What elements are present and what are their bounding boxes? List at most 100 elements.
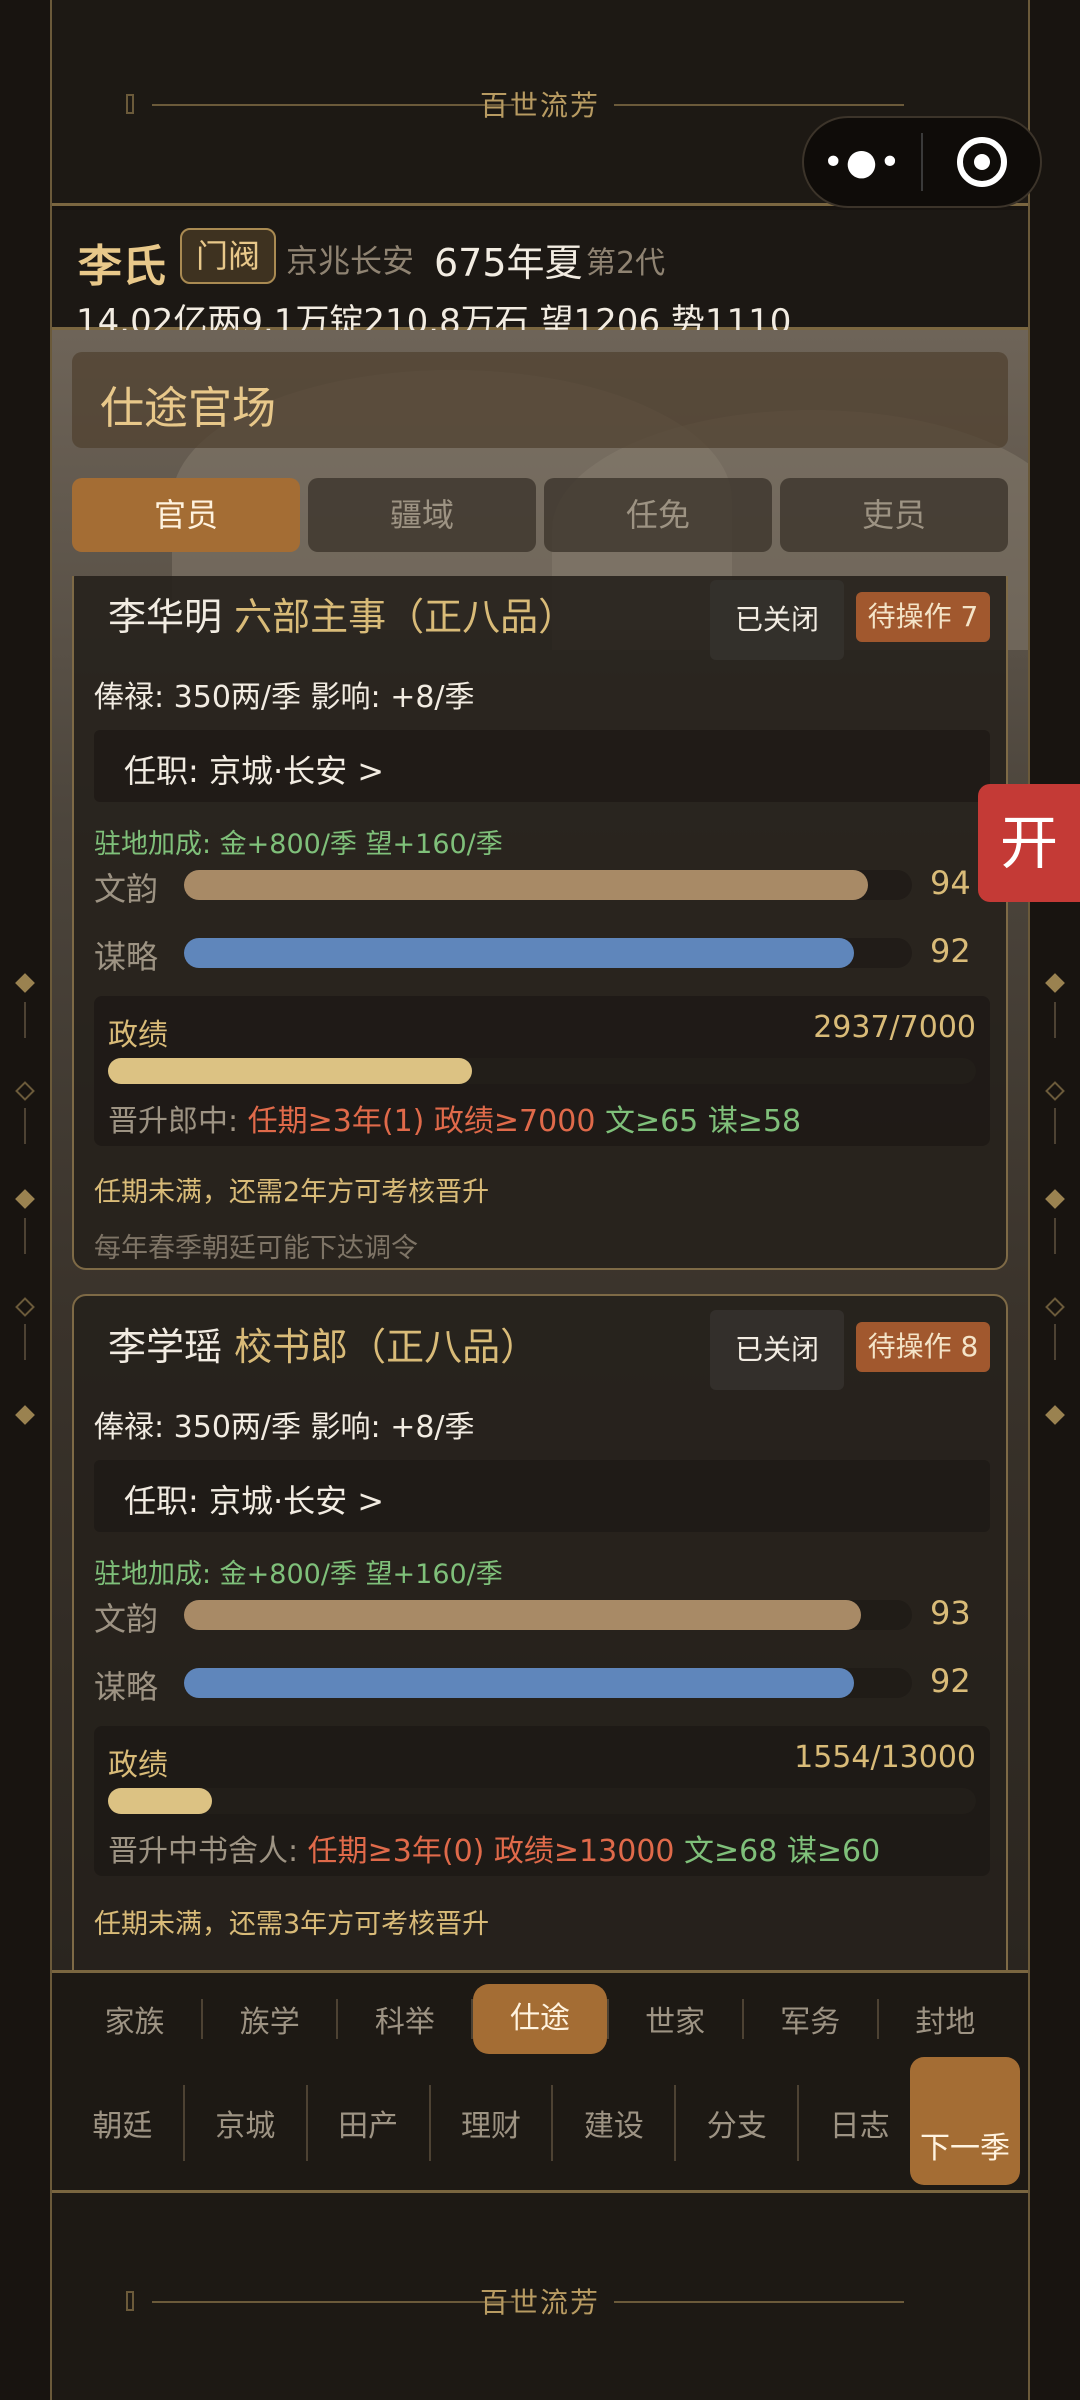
closed-button[interactable]: 已关闭 — [710, 1310, 844, 1390]
close-target-icon[interactable] — [923, 137, 1040, 187]
stat-bar-fill — [184, 1668, 854, 1698]
performance-count: 2937/7000 — [813, 1010, 976, 1045]
official-card: 李华明 六部主事（正八品） 已关闭 待操作 7 俸禄: 350两/季 影响: +… — [72, 576, 1008, 1270]
req-wen: 文≥65 — [604, 1104, 699, 1139]
transfer-note: 每年春季朝廷可能下达调令 — [94, 1233, 418, 1264]
promotion-target: 晋升中书舍人: — [108, 1834, 299, 1869]
tab-officials[interactable]: 官员 — [72, 478, 300, 552]
promotion-requirements: 晋升郎中: 任期≥3年(1) 政绩≥7000 文≥65 谋≥58 — [108, 1096, 801, 1140]
post-selector[interactable]: 任职: 京城·长安 > — [94, 1460, 990, 1532]
ornament-diamond — [15, 1189, 35, 1209]
official-name: 李华明 — [108, 595, 223, 639]
mini-program-capsule: •●• — [802, 116, 1042, 208]
stat-bar — [184, 938, 912, 968]
banner-line-right — [614, 2301, 904, 2303]
req-mou: 谋≥60 — [786, 1834, 881, 1869]
nav-military[interactable]: 军务 — [744, 1997, 877, 2041]
req-performance: 政绩≥13000 — [493, 1834, 675, 1869]
performance-label: 政绩 — [108, 1748, 168, 1783]
ornament-diamond — [1045, 1297, 1065, 1317]
stat-label: 谋略 — [94, 938, 159, 976]
ornament-line — [1054, 1108, 1056, 1144]
nav-estate[interactable]: 田产 — [308, 2101, 429, 2145]
nav-construction[interactable]: 建设 — [553, 2101, 674, 2145]
official-card: 李学瑶 校书郎（正八品） 已关闭 待操作 8 俸禄: 350两/季 影响: +8… — [72, 1294, 1008, 1970]
nav-clan-school[interactable]: 族学 — [203, 1997, 336, 2041]
ornament-diamond — [15, 973, 35, 993]
family-name: 李氏 — [78, 241, 166, 292]
nav-career[interactable]: 仕途 — [473, 1984, 607, 2054]
ornament-diamond — [1045, 973, 1065, 993]
section-header: 仕途官场 — [72, 352, 1008, 448]
nav-branch[interactable]: 分支 — [676, 2101, 797, 2145]
more-icon[interactable]: •●• — [804, 142, 921, 183]
ornament-diamond — [15, 1081, 35, 1101]
ornament-line — [1054, 1218, 1056, 1254]
stat-value: 94 — [930, 864, 971, 902]
location-bonus: 驻地加成: 金+800/季 望+160/季 — [94, 1559, 503, 1590]
official-title: 李学瑶 校书郎（正八品） — [108, 1316, 538, 1371]
post-selector[interactable]: 任职: 京城·长安 > — [94, 730, 990, 802]
next-season-button[interactable]: 下一季 — [910, 2057, 1020, 2185]
stat-label: 文韵 — [94, 1600, 159, 1638]
banner-line-right — [614, 104, 904, 106]
ornament-diamond — [15, 1297, 35, 1317]
closed-button[interactable]: 已关闭 — [710, 580, 844, 660]
ornament-diamond — [1045, 1405, 1065, 1425]
stat-label: 文韵 — [94, 870, 159, 908]
nav-finance[interactable]: 理财 — [431, 2101, 552, 2145]
main-scene: 仕途官场 官员 疆域 任免 吏员 李华明 六部主事（正八品） 已关闭 待操作 7… — [52, 330, 1028, 1970]
official-list[interactable]: 李华明 六部主事（正八品） 已关闭 待操作 7 俸禄: 350两/季 影响: +… — [72, 576, 1008, 1970]
nav-log[interactable]: 日志 — [799, 2101, 920, 2145]
nav-noble-houses[interactable]: 世家 — [609, 1997, 742, 2041]
section-tabs: 官员 疆域 任免 吏员 — [72, 478, 1008, 552]
promotion-target: 晋升郎中: — [108, 1104, 239, 1139]
performance-bar-fill — [108, 1058, 473, 1084]
nav-family[interactable]: 家族 — [68, 1997, 201, 2041]
stat-bar-fill — [184, 870, 869, 900]
req-term: 任期≥3年(0) — [307, 1834, 485, 1869]
salary-info: 俸禄: 350两/季 影响: +8/季 — [94, 1410, 475, 1445]
nav-capital[interactable]: 京城 — [185, 2101, 306, 2145]
term-note: 任期未满，还需2年方可考核晋升 — [94, 1177, 490, 1208]
official-title: 李华明 六部主事（正八品） — [108, 586, 576, 641]
performance-panel: 政绩 2937/7000 晋升郎中: 任期≥3年(1) 政绩≥7000 文≥65… — [94, 996, 990, 1146]
official-rank: 校书郎（正八品） — [234, 1325, 539, 1369]
nav-court[interactable]: 朝廷 — [62, 2101, 183, 2145]
req-wen: 文≥68 — [684, 1834, 778, 1869]
game-date: 675年夏 — [434, 241, 583, 285]
secondary-nav: 朝廷 京城 田产 理财 建设 分支 日志 — [62, 2073, 923, 2173]
tab-appointment[interactable]: 任免 — [544, 478, 772, 552]
performance-bar — [108, 1058, 976, 1084]
nav-fief[interactable]: 封地 — [879, 1997, 1012, 2041]
ornament-line — [24, 1108, 26, 1144]
tab-clerks[interactable]: 吏员 — [780, 478, 1008, 552]
tab-territory[interactable]: 疆域 — [308, 478, 536, 552]
ornament-diamond — [1045, 1189, 1065, 1209]
ornament-line — [1054, 1324, 1056, 1360]
promotion-requirements: 晋升中书舍人: 任期≥3年(0) 政绩≥13000 文≥68 谋≥60 — [108, 1826, 880, 1870]
bottom-navigation: 家族 族学 科举 仕途 世家 军务 封地 朝廷 京城 田产 理财 建设 分支 日… — [52, 1970, 1028, 2190]
req-mou: 谋≥58 — [707, 1104, 802, 1139]
post-label: 任职: 京城·长安 > — [124, 1482, 385, 1520]
family-header: 李氏 门阀 京兆长安 675年夏 第2代 14.02亿两9.1万锭210.8万石… — [52, 210, 1028, 342]
family-tag: 门阀 — [180, 228, 276, 284]
post-label: 任职: 京城·长安 > — [124, 752, 385, 790]
open-side-button[interactable]: 开 — [978, 784, 1080, 902]
stat-value: 92 — [930, 932, 971, 970]
stat-bar-fill — [184, 1600, 862, 1630]
performance-bar-fill — [108, 1788, 212, 1814]
pending-actions-badge[interactable]: 待操作 8 — [856, 1322, 990, 1372]
performance-label: 政绩 — [108, 1018, 168, 1053]
ornament-line — [24, 1324, 26, 1360]
nav-exam[interactable]: 科举 — [338, 1997, 471, 2041]
family-location: 京兆长安 — [286, 242, 415, 280]
ornament-diamond — [15, 1405, 35, 1425]
generation: 第2代 — [586, 246, 666, 281]
performance-count: 1554/13000 — [794, 1740, 976, 1775]
stat-label: 谋略 — [94, 1668, 159, 1706]
primary-nav: 家族 族学 科举 仕途 世家 军务 封地 — [68, 1979, 1012, 2059]
section-title: 仕途官场 — [100, 383, 276, 434]
location-bonus: 驻地加成: 金+800/季 望+160/季 — [94, 829, 503, 860]
pending-actions-badge[interactable]: 待操作 7 — [856, 592, 990, 642]
